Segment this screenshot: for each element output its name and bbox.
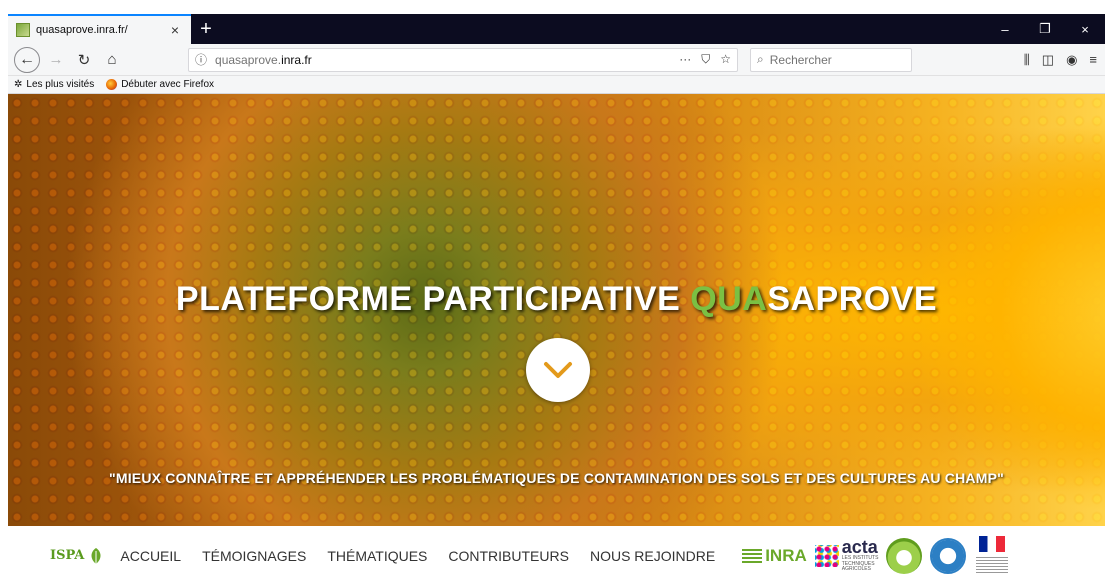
acta-text-block: acta LES INSTITUTS TECHNIQUES AGRICOLES (842, 538, 879, 573)
inra-logo[interactable]: INRA (742, 546, 807, 566)
sidebar-icon[interactable]: ◫ (1042, 52, 1054, 68)
firefox-icon (106, 79, 118, 90)
library-icon[interactable]: ⫼ (1024, 52, 1030, 68)
site-favicon-icon (16, 23, 30, 37)
ispa-logo-text: ISPA (50, 548, 85, 563)
scroll-down-button[interactable] (526, 338, 590, 402)
title-part-2: SAPROVE (767, 280, 938, 318)
url-domain: inra.fr (281, 52, 312, 67)
menu-icon[interactable]: ≡ (1089, 52, 1097, 68)
nav-temoignages[interactable]: TÉMOIGNAGES (202, 548, 306, 564)
tab-bar: quasaprove.inra.fr/ × + – ❐ × (8, 14, 1105, 44)
site-navigation: ISPA ACCUEIL TÉMOIGNAGES THÉMATIQUES CON… (8, 526, 1105, 585)
acta-logo[interactable]: acta LES INSTITUTS TECHNIQUES AGRICOLES (814, 538, 879, 573)
nav-nous-rejoindre[interactable]: NOUS REJOINDRE (590, 548, 715, 564)
search-icon: ⌕ (757, 52, 764, 66)
title-part-1: PLATEFORME PARTICIPATIVE (175, 280, 691, 318)
active-tab[interactable]: quasaprove.inra.fr/ × (8, 14, 191, 44)
close-tab-icon[interactable]: × (167, 22, 183, 38)
acta-subtitle-3: AGRICOLES (841, 566, 871, 573)
back-button[interactable]: ← (14, 46, 40, 73)
ispa-logo[interactable]: ISPA (50, 547, 106, 565)
partner-logos: INRA acta LES INSTITUTS TECHNIQUES AGRIC… (742, 535, 1010, 576)
hero-title: PLATEFORME PARTICIPATIVE QUASAPROVE (8, 280, 1105, 319)
pocket-icon[interactable]: ⛉ (701, 52, 710, 67)
acta-dots-icon (814, 544, 839, 567)
bookmark-label: Les plus visités (26, 79, 95, 90)
inra-logo-text: INRA (765, 545, 807, 565)
blue-partner-logo[interactable] (930, 537, 967, 574)
browser-window: quasaprove.inra.fr/ × + – ❐ × ← → ↻ ⌂ ⓘ … (8, 14, 1105, 585)
green-partner-logo[interactable] (886, 537, 923, 574)
bookmark-label: Débuter avec Firefox (121, 79, 215, 90)
title-accent: QUA (690, 280, 768, 318)
window-controls: – ❐ × (985, 14, 1105, 44)
restore-button[interactable]: ❐ (1025, 14, 1065, 44)
page-actions-icon[interactable]: ··· (679, 52, 691, 67)
inra-stripes-icon (742, 548, 763, 563)
reload-button[interactable]: ↻ (72, 48, 96, 72)
toolbar-right: ⫼ ◫ ◉ ≡ (1024, 52, 1099, 68)
gear-icon: ✲ (14, 79, 23, 90)
chevron-down-icon (544, 362, 572, 378)
bookmark-most-visited[interactable]: ✲ Les plus visités (14, 79, 94, 90)
ministry-text-lines (976, 554, 1009, 573)
tab-title: quasaprove.inra.fr/ (36, 24, 128, 36)
nav-thematiques[interactable]: THÉMATIQUES (327, 548, 427, 564)
acta-logo-text: acta (841, 537, 878, 558)
home-button[interactable]: ⌂ (100, 48, 124, 72)
leaf-icon (91, 547, 101, 564)
nav-contributeurs[interactable]: CONTRIBUTEURS (448, 548, 569, 564)
hero-banner: PLATEFORME PARTICIPATIVE QUASAPROVE "MIE… (8, 94, 1105, 526)
french-flag-icon (979, 535, 1006, 552)
nav-accueil[interactable]: ACCUEIL (120, 548, 181, 564)
search-placeholder: Rechercher (769, 52, 832, 67)
url-prefix: quasaprove. (215, 52, 282, 67)
url-bar[interactable]: ⓘ quasaprove.inra.fr ··· ⛉ ☆ (188, 47, 738, 72)
ministry-logo[interactable] (974, 535, 1010, 576)
search-bar[interactable]: ⌕ Rechercher (750, 47, 912, 72)
account-icon[interactable]: ◉ (1066, 52, 1077, 68)
bookmarks-bar: ✲ Les plus visités Débuter avec Firefox (8, 76, 1105, 94)
url-text[interactable]: quasaprove.inra.fr (215, 53, 671, 67)
close-window-button[interactable]: × (1065, 14, 1105, 44)
minimize-button[interactable]: – (985, 14, 1025, 44)
navigation-toolbar: ← → ↻ ⌂ ⓘ quasaprove.inra.fr ··· ⛉ ☆ ⌕ R… (8, 44, 1105, 76)
bookmark-star-icon[interactable]: ☆ (720, 52, 731, 67)
info-icon[interactable]: ⓘ (195, 51, 207, 68)
bookmark-getting-started[interactable]: Débuter avec Firefox (106, 79, 214, 90)
url-actions: ··· ⛉ ☆ (679, 52, 731, 67)
hero-tagline: "MIEUX CONNAÎTRE ET APPRÉHENDER LES PROB… (109, 470, 1004, 486)
new-tab-button[interactable]: + (191, 14, 221, 44)
forward-button[interactable]: → (44, 48, 68, 72)
